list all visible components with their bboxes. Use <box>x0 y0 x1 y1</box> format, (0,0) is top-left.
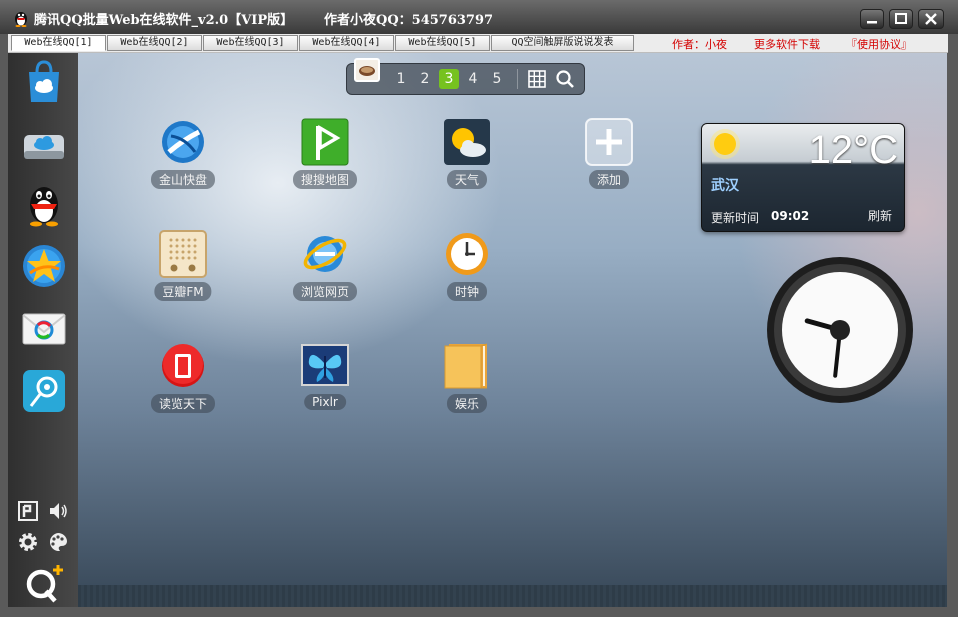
app-entertainment[interactable]: 娱乐 <box>417 342 517 442</box>
pixlr-icon <box>301 344 349 386</box>
tab-web-qq-5[interactable]: Web在线QQ[5] <box>395 35 490 51</box>
maximize-icon <box>895 13 907 24</box>
app-pixlr[interactable]: Pixlr <box>275 342 375 442</box>
app-weather[interactable]: 天气 <box>417 118 517 218</box>
minimize-button[interactable] <box>860 9 884 29</box>
dulan-icon <box>162 344 204 387</box>
page-1[interactable]: 1 <box>391 69 411 89</box>
sun-icon <box>710 129 740 159</box>
weather-refresh-button[interactable]: 刷新 <box>868 207 892 224</box>
qq-mail-icon[interactable] <box>21 305 67 351</box>
tab-web-qq-2[interactable]: Web在线QQ[2] <box>107 35 202 51</box>
weather-city: 武汉 <box>711 178 739 194</box>
app-label: 添加 <box>588 170 630 189</box>
cloud-drive-icon[interactable] <box>21 121 67 167</box>
kuaipan-icon <box>162 121 204 163</box>
weather-temperature: 12°C <box>808 128 898 172</box>
coffee-cup-icon <box>359 66 375 76</box>
app-dulan[interactable]: 读览天下 <box>133 342 233 442</box>
q-plus-logo[interactable] <box>22 563 66 603</box>
app-window: 腾讯QQ批量Web在线软件_v2.0【VIP版】 作者小夜QQ：54576379… <box>0 0 958 617</box>
entertainment-folder-icon <box>444 343 488 389</box>
page-switcher: 1 2 3 4 5 <box>346 58 585 95</box>
qzone-star-icon[interactable] <box>21 243 67 289</box>
page-4[interactable]: 4 <box>463 69 483 89</box>
weather-update-label: 更新时间 <box>711 211 760 225</box>
settings-gear-icon[interactable] <box>17 531 39 553</box>
desktop-area: 1 2 3 4 5 金山快盘 搜搜地图 天气 添加 豆瓣FM 浏览网页 时钟 读… <box>78 53 947 607</box>
desktop-bottom-strip <box>78 585 947 607</box>
weather-update-time: 09:02 <box>771 209 810 223</box>
app-douban-fm[interactable]: 豆瓣FM <box>133 230 233 330</box>
sidebar <box>8 53 79 607</box>
app-label: 读览天下 <box>150 394 216 413</box>
author-qq: 作者小夜QQ：545763797 <box>324 13 494 28</box>
window-title: 腾讯QQ批量Web在线软件_v2.0【VIP版】 <box>34 13 294 28</box>
app-label: 搜搜地图 <box>292 170 358 189</box>
page-5[interactable]: 5 <box>487 69 507 89</box>
soso-map-icon <box>301 118 349 166</box>
theme-palette-icon[interactable] <box>47 531 69 553</box>
analog-clock-widget[interactable] <box>766 256 914 404</box>
maximize-button[interactable] <box>889 9 913 29</box>
pager-divider <box>517 69 518 89</box>
app-clock[interactable]: 时钟 <box>417 230 517 330</box>
clock-icon <box>446 233 488 275</box>
tab-web-qq-1[interactable]: Web在线QQ[1] <box>11 35 106 51</box>
wallpaper-thumbnail[interactable] <box>354 58 380 82</box>
app-label: 金山快盘 <box>150 170 216 189</box>
usage-agreement-link[interactable]: 『使用协议』 <box>846 36 912 52</box>
tab-web-qq-3[interactable]: Web在线QQ[3] <box>203 35 298 51</box>
close-button[interactable] <box>918 9 944 29</box>
app-browser[interactable]: 浏览网页 <box>275 230 375 330</box>
page-3[interactable]: 3 <box>439 69 459 89</box>
app-label: 浏览网页 <box>292 282 358 301</box>
minimize-icon <box>867 21 877 24</box>
add-icon <box>585 118 633 166</box>
author-link[interactable]: 作者：小夜 <box>672 36 727 52</box>
browser-icon <box>303 236 347 272</box>
more-software-link[interactable]: 更多软件下载 <box>754 36 820 52</box>
app-label: 时钟 <box>446 282 488 301</box>
douban-fm-icon <box>159 230 207 278</box>
app-market-icon[interactable] <box>21 58 67 104</box>
tab-bar: Web在线QQ[1] Web在线QQ[2] Web在线QQ[3] Web在线QQ… <box>8 34 948 53</box>
grid-view-icon[interactable] <box>527 69 547 89</box>
page-2[interactable]: 2 <box>415 69 435 89</box>
app-label: 豆瓣FM <box>154 282 212 301</box>
qq-penguin-icon <box>15 12 27 27</box>
tab-web-qq-4[interactable]: Web在线QQ[4] <box>299 35 394 51</box>
app-add[interactable]: 添加 <box>559 118 659 218</box>
qq-penguin-app-icon[interactable] <box>21 181 67 227</box>
close-icon <box>925 13 937 25</box>
qq-music-icon[interactable] <box>21 368 67 414</box>
app-label: 天气 <box>446 170 488 189</box>
app-kuaipan[interactable]: 金山快盘 <box>133 118 233 218</box>
volume-icon[interactable] <box>47 500 69 522</box>
app-soso-map[interactable]: 搜搜地图 <box>275 118 375 218</box>
search-icon[interactable] <box>555 69 575 89</box>
weather-widget[interactable]: 12°C 武汉 更新时间 09:02 刷新 <box>701 123 905 232</box>
app-label: 娱乐 <box>446 394 488 413</box>
app-label: Pixlr <box>304 394 346 410</box>
pinboard-icon[interactable] <box>17 500 39 522</box>
weather-icon <box>444 119 490 165</box>
title-bar: 腾讯QQ批量Web在线软件_v2.0【VIP版】 作者小夜QQ：54576379… <box>0 0 958 34</box>
tab-qzone-post[interactable]: QQ空间触屏版说说发表 <box>491 35 634 51</box>
